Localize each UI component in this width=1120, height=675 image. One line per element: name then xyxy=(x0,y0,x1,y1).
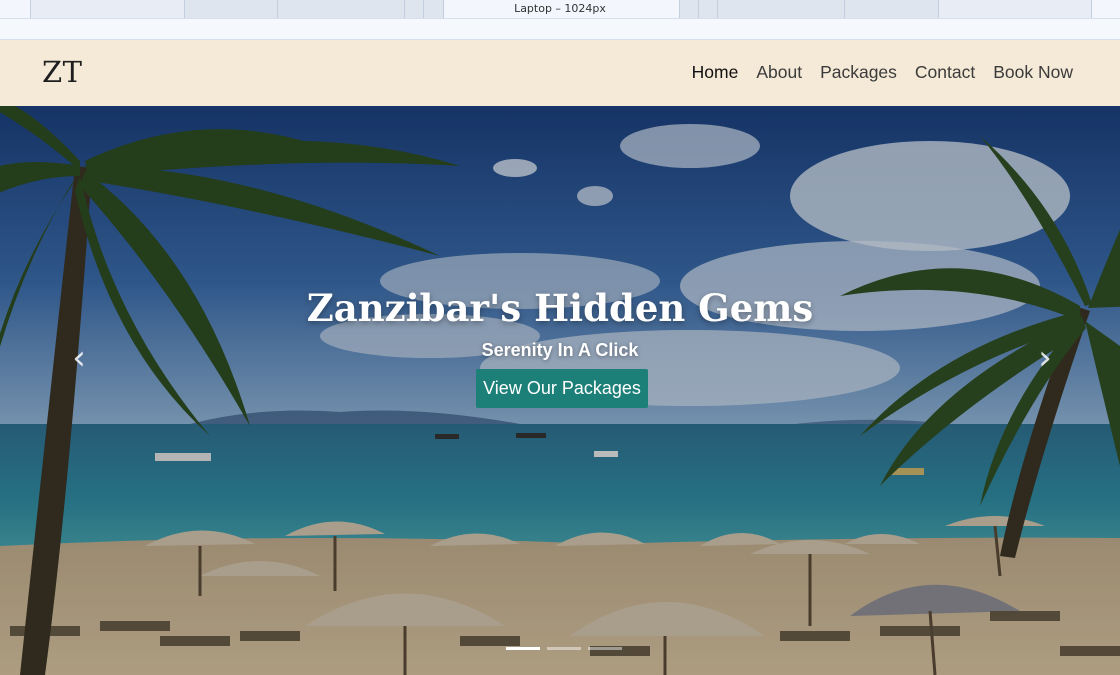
nav-link-contact[interactable]: Contact xyxy=(915,62,975,83)
site-navbar: ZT Home About Packages Contact Book Now xyxy=(0,40,1120,106)
carousel-indicator-3[interactable] xyxy=(588,647,622,650)
devtools-ruler-secondary xyxy=(0,19,1120,40)
nav-link-about[interactable]: About xyxy=(756,62,802,83)
viewport-size-label: Laptop – 1024px xyxy=(514,2,606,15)
hero-carousel: ‹ › Zanzibar's Hidden Gems Serenity In A… xyxy=(0,106,1120,675)
devtools-ruler: Laptop – 1024px xyxy=(0,0,1120,19)
site-logo[interactable]: ZT xyxy=(42,55,83,89)
hero-title: Zanzibar's Hidden Gems xyxy=(306,286,814,330)
nav-link-book-now[interactable]: Book Now xyxy=(993,62,1073,83)
carousel-indicators xyxy=(506,647,622,650)
view-packages-button[interactable]: View Our Packages xyxy=(476,369,648,408)
carousel-indicator-1[interactable] xyxy=(506,647,540,650)
nav-links: Home About Packages Contact Book Now xyxy=(692,62,1073,83)
carousel-indicator-2[interactable] xyxy=(547,647,581,650)
nav-link-packages[interactable]: Packages xyxy=(820,62,897,83)
hero-subtitle: Serenity In A Click xyxy=(481,340,639,360)
nav-link-home[interactable]: Home xyxy=(692,62,739,83)
